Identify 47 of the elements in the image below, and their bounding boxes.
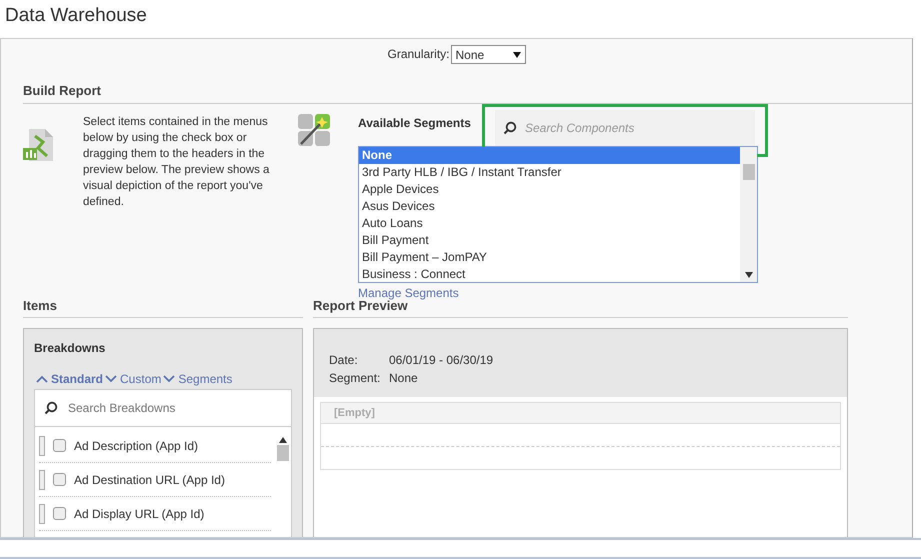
- search-icon: [44, 401, 58, 415]
- breakdown-label: Ad Description (App Id): [74, 438, 198, 454]
- checkbox[interactable]: [53, 473, 66, 486]
- drag-handle[interactable]: [39, 436, 45, 456]
- field-label: Segment:: [329, 370, 382, 387]
- segment-option[interactable]: None: [359, 146, 740, 164]
- segments-listbox[interactable]: None 3rd Party HLB / IBG / Instant Transfer Apple Devices Asus Devices Auto Loans Bill Payment Bill Payment – JomPAY Business : Connect: [358, 146, 758, 282]
- section-heading: Build Report: [23, 81, 912, 104]
- segment-option[interactable]: Bill Payment – JomPAY: [359, 248, 740, 266]
- field-value: None: [389, 370, 418, 387]
- chevron-icon: [163, 375, 176, 383]
- filter-toggle[interactable]: Custom: [105, 370, 162, 388]
- field-value: 06/01/19 - 06/30/19: [389, 352, 494, 369]
- breakdown-label: Ad Display URL (App Id): [74, 506, 204, 522]
- window-title: Data Warehouse: [4, 4, 148, 28]
- wand-icon: [298, 114, 330, 146]
- scroll-thumb[interactable]: [277, 445, 289, 461]
- filter-toggle[interactable]: Standard: [36, 370, 104, 388]
- segments-label: Available Segments: [358, 114, 472, 132]
- chevron-icon: [105, 375, 118, 383]
- granularity-dropdown[interactable]: None: [450, 45, 526, 64]
- instructions-text: Select items contained in the menus below by using the check box or dragging them to the headers in the preview below. The preview shows a visual depiction of the report you've defined.: [83, 114, 270, 210]
- panel-title: Breakdowns: [34, 340, 106, 357]
- checkbox[interactable]: [53, 507, 66, 520]
- granularity-label: Granularity:: [387, 46, 450, 63]
- section-heading: Items: [23, 296, 303, 318]
- report-icon: [23, 128, 55, 162]
- chevron-icon: [36, 375, 48, 383]
- segment-option[interactable]: 3rd Party HLB / IBG / Instant Transfer: [359, 164, 740, 180]
- drag-handle[interactable]: [39, 504, 45, 524]
- field-label: Date:: [329, 352, 359, 369]
- table-header: [Empty]: [321, 403, 840, 424]
- segment-option[interactable]: Asus Devices: [359, 198, 740, 214]
- search-field[interactable]: Search Breakdowns: [34, 389, 292, 427]
- search-icon: [503, 120, 517, 134]
- segment-option[interactable]: Business : Connect: [359, 266, 740, 282]
- segment-option[interactable]: Auto Loans: [359, 214, 740, 232]
- scroll-thumb[interactable]: [742, 164, 754, 180]
- scroll-up-icon: [279, 437, 287, 443]
- segment-option[interactable]: Bill Payment: [359, 232, 740, 248]
- checkbox[interactable]: [53, 439, 66, 452]
- caret-icon: [512, 52, 521, 58]
- drag-handle[interactable]: [39, 470, 45, 490]
- segment-option[interactable]: Apple Devices: [359, 180, 740, 198]
- breakdown-label: Ad Destination URL (App Id): [74, 472, 225, 488]
- scroll-down-icon: [744, 272, 752, 278]
- filter-toggle[interactable]: Segments: [163, 370, 232, 388]
